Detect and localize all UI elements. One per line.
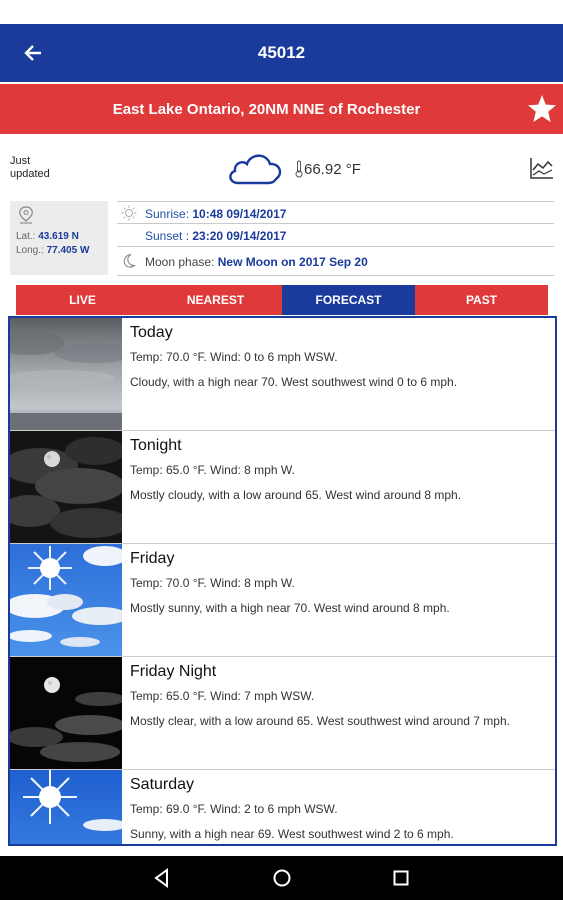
location-title: East Lake Ontario, 20NM NNE of Rochester [112, 101, 421, 118]
page-title: 45012 [257, 43, 306, 62]
sunrise-value: 10:48 09/14/2017 [192, 207, 287, 221]
temperature-display: 66.92 °F [294, 160, 361, 178]
forecast-period: Saturday [130, 776, 195, 793]
moon-icon [123, 253, 137, 268]
tab-past[interactable]: PAST [415, 285, 548, 315]
forecast-period: Friday [130, 550, 175, 567]
updated-status: Just updated [10, 155, 50, 181]
forecast-item[interactable]: Friday Temp: 70.0 °F. Wind: 8 mph W. Mos… [10, 544, 555, 657]
forecast-item[interactable]: Friday Night Temp: 65.0 °F. Wind: 7 mph … [10, 657, 555, 770]
forecast-body: Tonight Temp: 65.0 °F. Wind: 8 mph W. Mo… [130, 437, 547, 503]
nav-home-button[interactable] [271, 867, 293, 889]
forecast-temp: Temp: 70.0 °F. Wind: 8 mph W. [130, 576, 295, 590]
chart-button[interactable] [530, 156, 554, 180]
forecast-list[interactable]: Today Temp: 70.0 °F. Wind: 0 to 6 mph WS… [8, 316, 557, 846]
moon-phase-value: New Moon on 2017 Sep 20 [217, 255, 368, 269]
forecast-body: Friday Night Temp: 65.0 °F. Wind: 7 mph … [130, 663, 547, 729]
forecast-body: Friday Temp: 70.0 °F. Wind: 8 mph W. Mos… [130, 550, 547, 616]
app-screen: 45012 East Lake Ontario, 20NM NNE of Roc… [0, 0, 563, 900]
sun-icon [121, 205, 137, 221]
forecast-description: Mostly clear, with a low around 65. West… [130, 714, 510, 728]
longitude-line: Long.: 77.405 W [16, 245, 89, 256]
chart-icon [530, 158, 553, 179]
forecast-temp: Temp: 69.0 °F. Wind: 2 to 6 mph WSW. [130, 802, 338, 816]
sunny-image [10, 770, 122, 844]
forecast-temp: Temp: 65.0 °F. Wind: 8 mph W. [130, 463, 295, 477]
forecast-description: Mostly cloudy, with a low around 65. Wes… [130, 488, 462, 502]
forecast-description: Mostly sunny, with a high near 70. West … [130, 601, 450, 615]
forecast-description: Sunny, with a high near 69. West southwe… [130, 827, 454, 841]
forecast-item[interactable]: Saturday Temp: 69.0 °F. Wind: 2 to 6 mph… [10, 770, 555, 844]
sunrise-text: Sunrise: 10:48 09/14/2017 [145, 207, 286, 221]
updated-line-1: Just [10, 155, 31, 167]
sunrise-row: Sunrise: 10:48 09/14/2017 [117, 201, 554, 224]
star-icon [528, 95, 556, 122]
latitude-line: Lat.: 43.619 N [16, 231, 79, 242]
sunset-label: Sunset : [145, 229, 190, 243]
app-bar: 45012 [0, 24, 563, 82]
location-bar: East Lake Ontario, 20NM NNE of Rochester [0, 84, 563, 134]
sunrise-label: Sunrise: [145, 207, 190, 221]
map-pin-icon [19, 206, 33, 224]
overcast-image [10, 318, 122, 430]
forecast-description: Cloudy, with a high near 70. West southw… [130, 375, 458, 389]
tab-bar: LIVE NEAREST FORECAST PAST [16, 285, 548, 315]
moon-phase-row: Moon phase: New Moon on 2017 Sep 20 [117, 247, 554, 276]
sunset-row: Sunset : 23:20 09/14/2017 [117, 224, 554, 247]
nav-recents-button[interactable] [390, 867, 412, 889]
system-navigation-bar [0, 856, 563, 900]
latitude-label: Lat.: [16, 231, 36, 242]
moon-phase-text: Moon phase: New Moon on 2017 Sep 20 [145, 255, 368, 269]
moon-phase-label: Moon phase: [145, 255, 215, 269]
forecast-temp: Temp: 70.0 °F. Wind: 0 to 6 mph WSW. [130, 350, 338, 364]
sunset-value: 23:20 09/14/2017 [192, 229, 287, 243]
triangle-back-icon [154, 868, 168, 888]
forecast-period: Tonight [130, 437, 182, 454]
forecast-body: Saturday Temp: 69.0 °F. Wind: 2 to 6 mph… [130, 776, 547, 842]
forecast-body: Today Temp: 70.0 °F. Wind: 0 to 6 mph WS… [130, 324, 547, 390]
forecast-period: Friday Night [130, 663, 217, 680]
longitude-label: Long.: [16, 245, 44, 256]
forecast-period: Today [130, 324, 173, 341]
updated-line-2: updated [10, 168, 50, 180]
thermometer-icon [295, 160, 303, 178]
mostly-sunny-image [10, 544, 122, 656]
coordinates-box: Lat.: 43.619 N Long.: 77.405 W [10, 201, 108, 275]
forecast-temp: Temp: 65.0 °F. Wind: 7 mph WSW. [130, 689, 315, 703]
cloud-icon [229, 154, 282, 185]
forecast-item[interactable]: Tonight Temp: 65.0 °F. Wind: 8 mph W. Mo… [10, 431, 555, 544]
tab-nearest[interactable]: NEAREST [149, 285, 282, 315]
favorite-button[interactable] [527, 94, 557, 124]
sun-moon-info: Sunrise: 10:48 09/14/2017 Sunset : 23:20… [117, 201, 554, 276]
status-bar [0, 0, 563, 24]
nav-back-button[interactable] [151, 867, 173, 889]
sunset-text: Sunset : 23:20 09/14/2017 [145, 229, 286, 243]
temperature-value: 66.92 °F [304, 160, 361, 178]
square-recents-icon [393, 870, 409, 886]
clear-night-image [10, 657, 122, 769]
forecast-item[interactable]: Today Temp: 70.0 °F. Wind: 0 to 6 mph WS… [10, 318, 555, 431]
longitude-value: 77.405 W [46, 245, 90, 256]
tab-live[interactable]: LIVE [16, 285, 149, 315]
circle-home-icon [273, 869, 291, 887]
latitude-value: 43.619 N [38, 231, 79, 242]
cloudy-night-image [10, 431, 122, 543]
tab-forecast[interactable]: FORECAST [282, 285, 415, 315]
